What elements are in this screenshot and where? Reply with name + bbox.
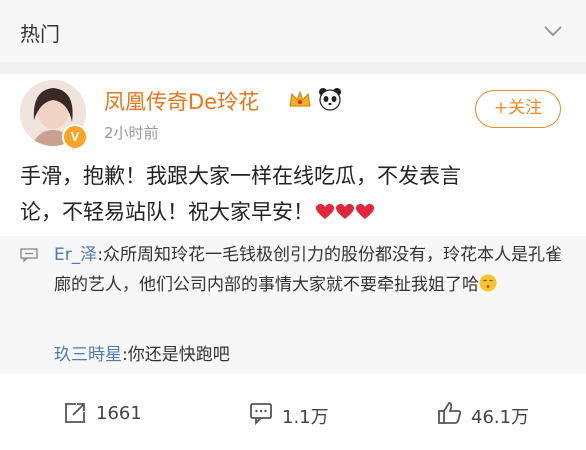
comment-user[interactable]: 玖三時星 <box>54 345 122 365</box>
comment-count: 1.1万 <box>282 407 329 428</box>
post-text-line2: 论，不轻易站队！祝大家早安！ <box>20 194 570 230</box>
post-text-line1: 手滑，抱歉！我跟大家一样在线吃瓜，不发表言 <box>20 164 461 188</box>
comment-text: :你还是快跑吧 <box>122 345 230 365</box>
thumbs-up-icon <box>438 402 462 424</box>
comments-box: Er_泽:众所周知玲花一毛钱极创引力的股份都没有，玲花本人是孔雀廊的艺人，他们公… <box>0 236 586 374</box>
heart-icon <box>356 204 374 219</box>
comment-item[interactable]: 玖三時星:你还是快跑吧 <box>54 340 230 370</box>
comment-icon <box>250 403 272 426</box>
repost-count: 1661 <box>96 403 142 424</box>
post-time: 2小时前 <box>104 124 159 142</box>
repost-icon <box>65 403 85 423</box>
section-title: 热门 <box>20 22 60 46</box>
kiss-face-icon <box>479 274 497 292</box>
crown-icon <box>289 90 311 107</box>
chevron-down-icon[interactable] <box>540 18 566 44</box>
post-text-line2-text: 论，不轻易站队！祝大家早安！ <box>20 200 314 224</box>
panda-icon <box>319 88 341 111</box>
comment-user[interactable]: Er_泽 <box>54 245 97 265</box>
heart-icon <box>336 204 354 219</box>
heart-icon <box>316 204 334 219</box>
post-text: 手滑，抱歉！我跟大家一样在线吃瓜，不发表言 论，不轻易站队！祝大家早安！ <box>20 158 570 230</box>
divider <box>0 62 586 74</box>
author-name[interactable]: 凤凰传奇De玲花 <box>104 86 259 116</box>
comment-item[interactable]: Er_泽:众所周知玲花一毛钱极创引力的股份都没有，玲花本人是孔雀廊的艺人，他们公… <box>54 240 564 300</box>
top-bar: 热门 <box>0 0 586 62</box>
follow-button[interactable]: +关注 <box>475 90 561 128</box>
like-count: 46.1万 <box>471 407 530 428</box>
comment-quote-icon <box>20 248 38 262</box>
verified-v-icon: V <box>62 124 88 150</box>
action-bar: 1661 1.1万 46.1万 <box>0 390 586 438</box>
